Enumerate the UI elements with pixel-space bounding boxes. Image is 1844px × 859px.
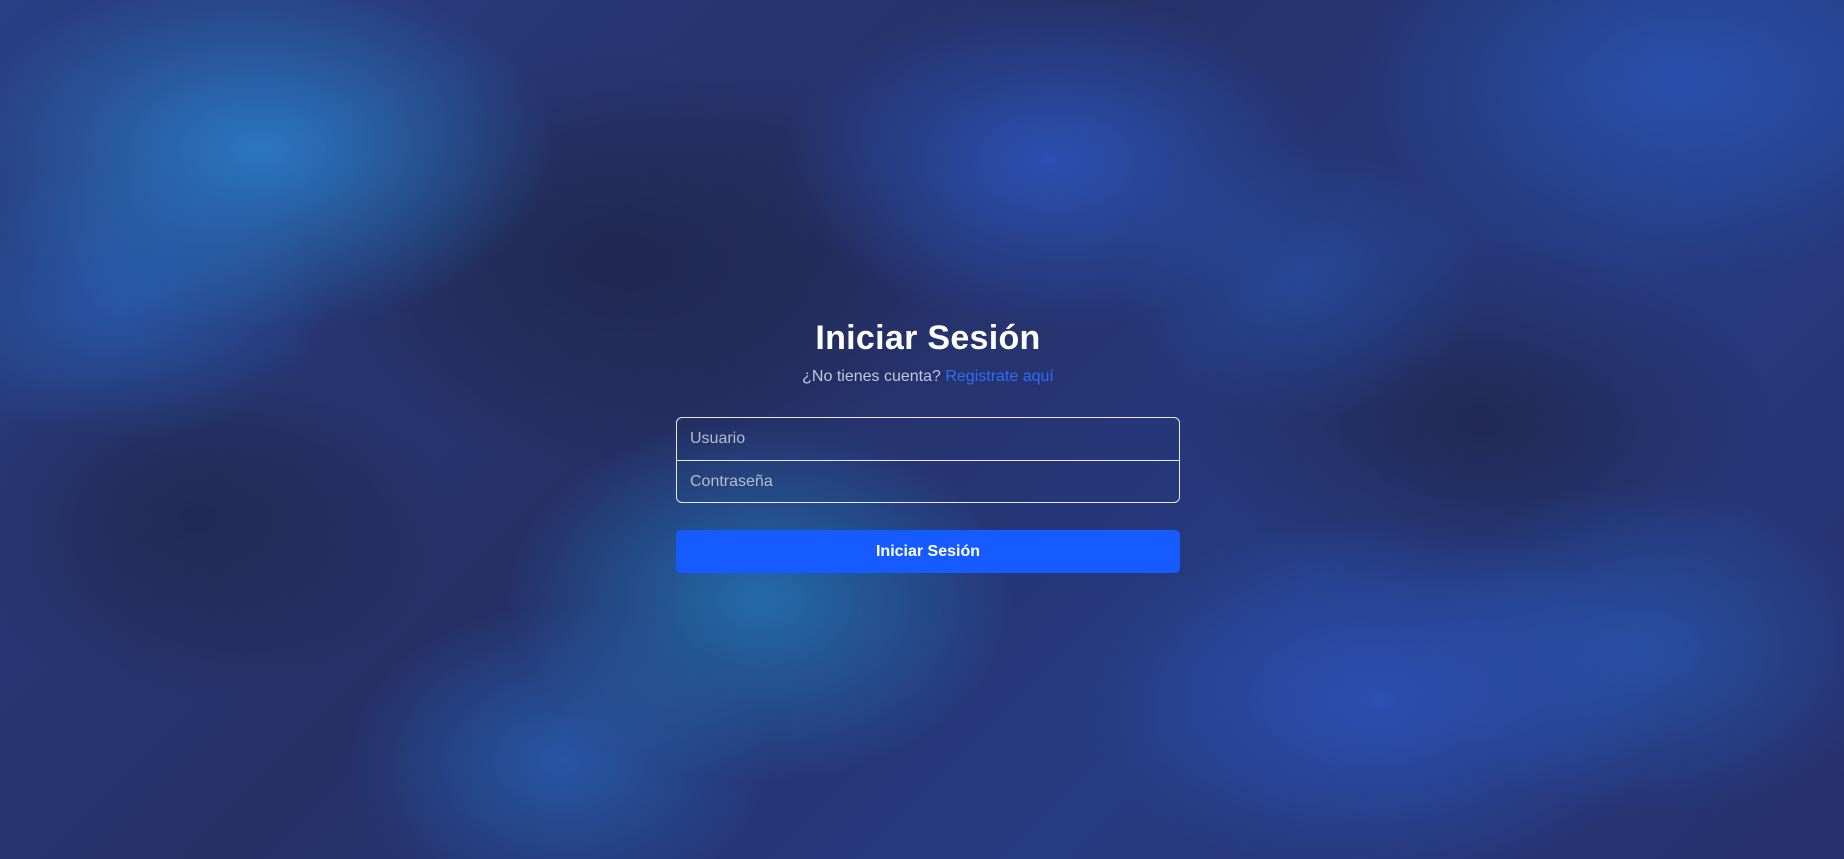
- credentials-group: [676, 417, 1180, 503]
- username-input[interactable]: [677, 418, 1179, 460]
- login-form: Iniciar Sesión ¿No tienes cuenta? Regist…: [676, 318, 1180, 573]
- page-title: Iniciar Sesión: [815, 319, 1041, 357]
- register-prompt-text: ¿No tienes cuenta?: [802, 368, 941, 385]
- register-link[interactable]: Registrate aquí: [945, 368, 1054, 385]
- login-button[interactable]: Iniciar Sesión: [676, 530, 1180, 573]
- password-input[interactable]: [677, 460, 1179, 502]
- register-prompt: ¿No tienes cuenta? Registrate aquí: [802, 367, 1054, 387]
